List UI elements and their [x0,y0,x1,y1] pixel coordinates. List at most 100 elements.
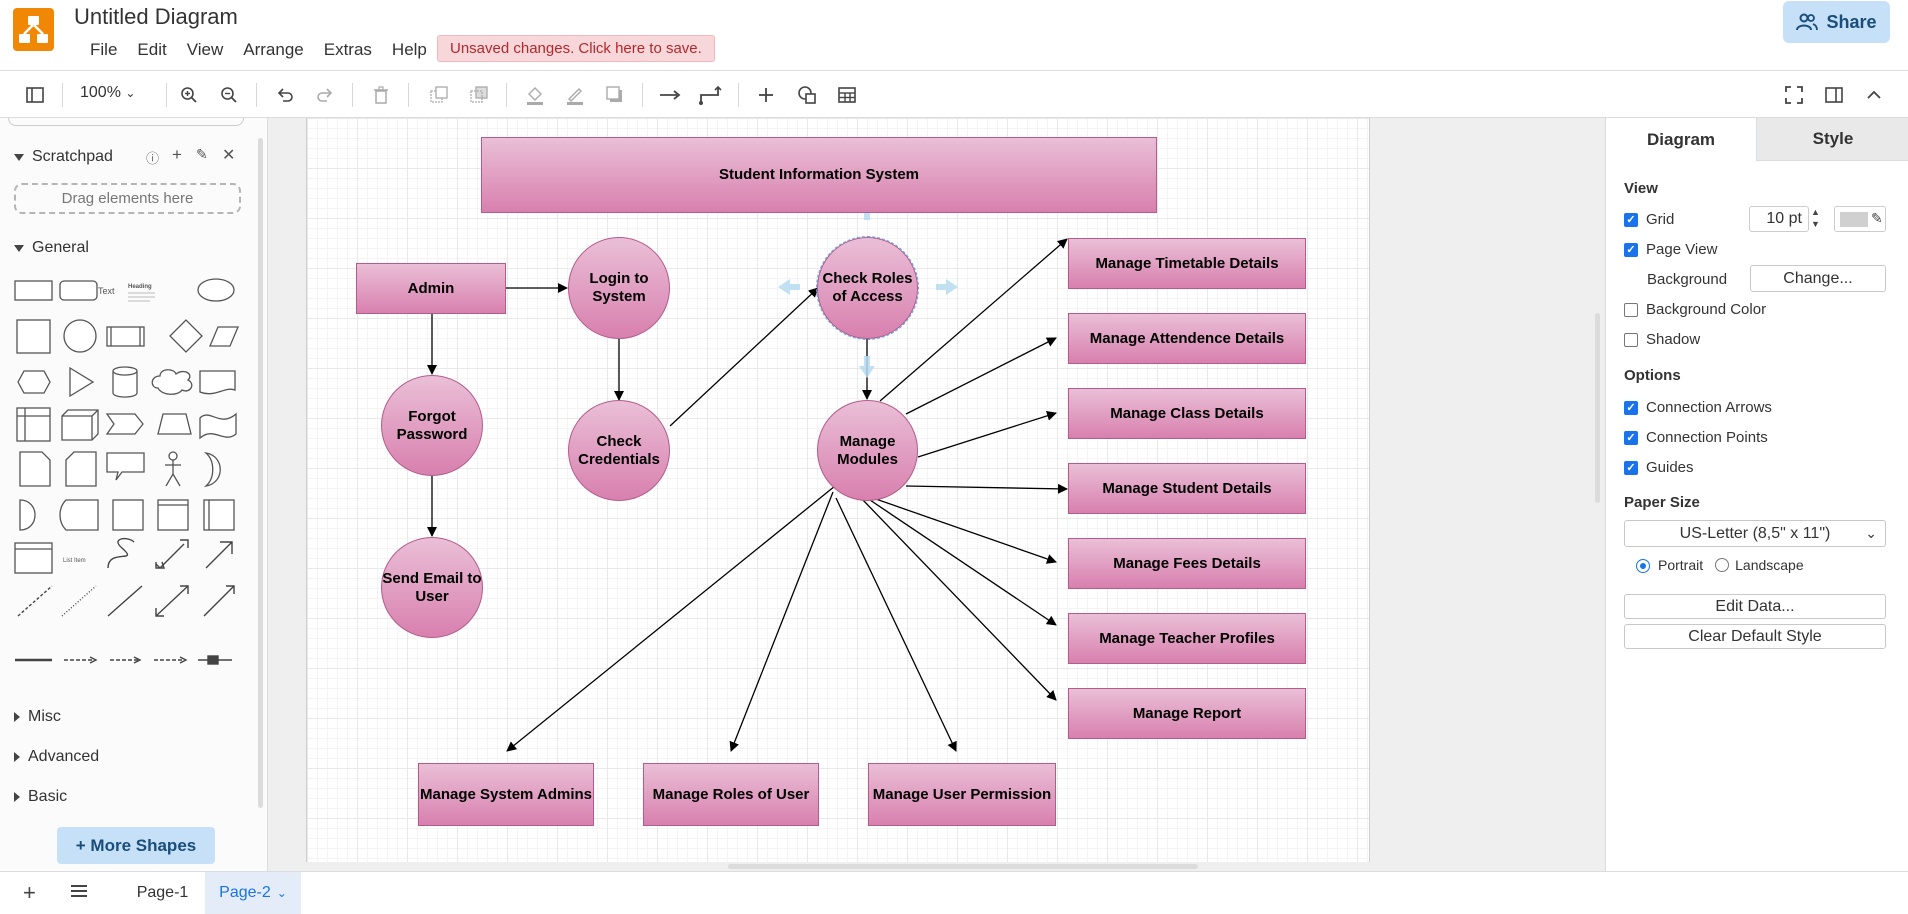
node-class[interactable]: Manage Class Details [1068,388,1306,439]
node-report[interactable]: Manage Report [1068,688,1306,739]
node-title-student-info-system[interactable]: Student Information System [481,137,1157,213]
undo-icon[interactable] [274,84,296,106]
connection-arrows-option[interactable]: ✓ Connection Arrows [1624,399,1772,416]
close-icon[interactable]: ✕ [222,145,235,165]
scratchpad-drop-zone[interactable]: Drag elements here [14,183,241,214]
node-roles-of-user[interactable]: Manage Roles of User [643,763,819,826]
node-teacher[interactable]: Manage Teacher Profiles [1068,613,1306,664]
diagram-page[interactable]: Student Information System Admin Login t… [306,118,1370,862]
shadow-checkbox[interactable] [1624,332,1638,347]
sidebar-scrollbar[interactable] [258,138,263,808]
menu-file[interactable]: File [80,38,127,62]
grid-color-picker[interactable]: ✎ [1834,206,1886,232]
connection-arrows-checkbox[interactable]: ✓ [1624,400,1638,415]
table-icon[interactable] [836,84,858,106]
connection-points-checkbox[interactable]: ✓ [1624,430,1638,445]
node-user-permission[interactable]: Manage User Permission [868,763,1056,826]
node-admin[interactable]: Admin [356,263,506,314]
to-front-icon[interactable] [428,84,450,106]
shadow-icon[interactable] [604,84,626,106]
page-tab-2[interactable]: Page-2 ⌄ [205,872,301,914]
sidebar-toggle-icon[interactable] [24,84,46,106]
tab-style[interactable]: Style [1756,118,1908,161]
search-box-edge[interactable] [8,118,244,126]
grid-option[interactable]: ✓ Grid [1624,211,1674,228]
menu-help[interactable]: Help [382,38,437,62]
more-shapes-button[interactable]: + More Shapes [57,827,215,864]
menu-edit[interactable]: Edit [127,38,176,62]
menu-arrange[interactable]: Arrange [233,38,313,62]
guides-checkbox[interactable]: ✓ [1624,460,1638,475]
unsaved-changes-banner[interactable]: Unsaved changes. Click here to save. [437,35,715,62]
page-tab-1[interactable]: Page-1 [120,872,205,914]
drawio-logo[interactable] [13,8,54,51]
basic-header[interactable]: Basic [14,788,67,806]
node-forgot-password[interactable]: Forgot Password [381,375,483,476]
tab-diagram[interactable]: Diagram [1606,118,1756,161]
advanced-header[interactable]: Advanced [14,748,99,766]
help-icon[interactable]: ⓘ [146,148,159,167]
connection-arrows-label: Connection Arrows [1646,399,1772,416]
pages-menu-icon[interactable] [70,884,88,903]
grid-checkbox[interactable]: ✓ [1624,212,1638,227]
grid-size-input[interactable]: 10 pt [1749,206,1809,232]
share-button[interactable]: Share [1783,1,1890,43]
connection-points-option[interactable]: ✓ Connection Points [1624,429,1768,446]
insert-plus-icon[interactable] [756,84,776,106]
collapse-chevron-up-icon[interactable] [1864,84,1884,106]
add-page-icon[interactable]: + [23,880,36,906]
waypoints-icon[interactable] [698,84,722,106]
background-color-label: Background Color [1646,301,1767,318]
shadow-option[interactable]: Shadow [1624,331,1700,348]
document-title[interactable]: Untitled Diagram [74,4,238,30]
redo-icon[interactable] [314,84,336,106]
node-check-roles[interactable]: Check Roles of Access [816,236,919,340]
scratchpad-header[interactable]: Scratchpad [14,148,113,166]
node-timetable[interactable]: Manage Timetable Details [1068,238,1306,289]
guides-option[interactable]: ✓ Guides [1624,459,1694,476]
grid-size-stepper[interactable]: ▲ ▼ [1811,206,1820,230]
node-check-credentials[interactable]: Check Credentials [568,400,670,501]
node-login[interactable]: Login to System [568,237,670,339]
canvas-vertical-scrollbar[interactable] [1595,313,1600,503]
canvas-horizontal-scrollbar[interactable] [728,864,1198,869]
menu-bar: File Edit View Arrange Extras Help [80,38,437,62]
diagram-canvas[interactable]: Student Information System Admin Login t… [268,118,1605,871]
background-color-option[interactable]: Background Color [1624,301,1766,318]
node-fees[interactable]: Manage Fees Details [1068,538,1306,589]
misc-header[interactable]: Misc [14,708,61,726]
fill-color-icon[interactable] [524,84,546,106]
node-manage-modules[interactable]: Manage Modules [817,400,918,501]
general-header[interactable]: General [14,239,89,257]
landscape-radio[interactable] [1715,558,1730,572]
node-student[interactable]: Manage Student Details [1068,463,1306,514]
zoom-in-icon[interactable] [178,84,200,106]
expand-triangle-icon [14,153,24,161]
node-attendance[interactable]: Manage Attendence Details [1068,313,1306,364]
zoom-out-icon[interactable] [218,84,240,106]
page-view-option[interactable]: ✓ Page View [1624,241,1717,258]
menu-view[interactable]: View [177,38,234,62]
connection-style-icon[interactable] [658,84,682,106]
clear-default-style-button[interactable]: Clear Default Style [1624,624,1886,649]
add-icon[interactable]: + [172,145,182,165]
delete-icon[interactable] [370,84,392,106]
portrait-radio[interactable] [1636,559,1650,573]
node-system-admins[interactable]: Manage System Admins [418,763,594,826]
chevron-down-icon: ⌄ [1865,525,1877,541]
edit-pencil-icon[interactable]: ✎ [196,146,208,163]
line-color-icon[interactable] [564,84,586,106]
background-color-checkbox[interactable] [1624,302,1638,317]
fullscreen-icon[interactable] [1784,84,1804,106]
shapes-icon[interactable] [796,84,818,106]
page-view-checkbox[interactable]: ✓ [1624,242,1638,257]
collapsed-triangle-icon [14,752,20,762]
change-background-button[interactable]: Change... [1750,265,1886,292]
node-send-email[interactable]: Send Email to User [381,537,483,638]
zoom-dropdown[interactable]: 100% ⌄ [80,84,135,102]
paper-size-select[interactable]: US-Letter (8,5" x 11") ⌄ [1624,520,1886,547]
to-back-icon[interactable] [468,84,490,106]
menu-extras[interactable]: Extras [314,38,382,62]
edit-data-button[interactable]: Edit Data... [1624,594,1886,619]
format-panel-icon[interactable] [1824,84,1844,106]
